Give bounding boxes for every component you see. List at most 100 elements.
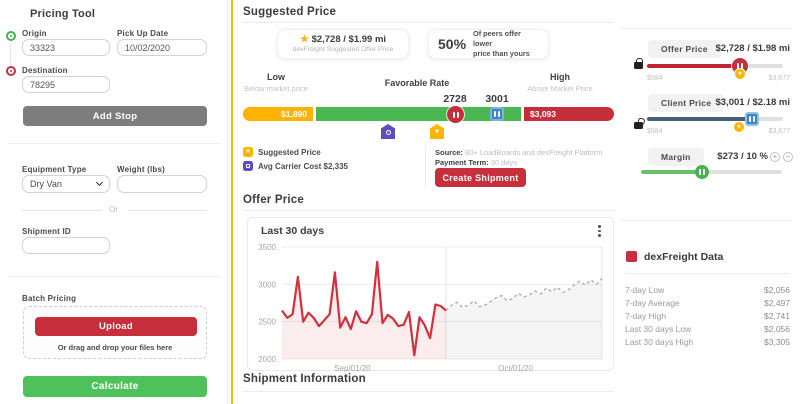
- offer-slider-max: $3,677: [769, 75, 790, 82]
- margin-slider-handle[interactable]: [695, 165, 709, 179]
- margin-increase-button[interactable]: +: [770, 152, 780, 162]
- star-icon: ★: [300, 34, 309, 45]
- data-row-label: 7-day Average: [625, 298, 680, 308]
- panel-accent-divider: [231, 0, 233, 404]
- margin-slider-fill: [641, 170, 702, 174]
- svg-text:2000: 2000: [258, 355, 276, 364]
- divider: [243, 210, 614, 211]
- chart-title: Last 30 days: [261, 225, 324, 237]
- suggested-price-caption: dexFreight Suggested Offer Price: [278, 46, 408, 53]
- payment-term-value: 30 days: [491, 158, 517, 167]
- add-stop-button[interactable]: Add Stop: [23, 106, 207, 126]
- divider: [22, 210, 102, 211]
- destination-input[interactable]: [22, 76, 110, 93]
- offer-price-chart-card: Last 30 days 2000250030003500Sep/01/20Oc…: [247, 217, 614, 371]
- divider: [243, 391, 614, 392]
- chart-menu-icon[interactable]: [598, 225, 601, 239]
- data-row-value: $2,056: [764, 285, 790, 295]
- margin-decrease-button[interactable]: −: [783, 152, 793, 162]
- client-price-chip: Client Price: [648, 94, 724, 112]
- create-shipment-button[interactable]: Create Shipment: [435, 168, 526, 187]
- rate-bar-low-segment: $1,890: [243, 107, 313, 121]
- chevron-down-icon: [96, 179, 103, 186]
- data-row-value: $2,741: [764, 311, 790, 321]
- data-row-value: $2,497: [764, 298, 790, 308]
- client-price-value: $3,001 / $2.18 mi: [716, 97, 790, 108]
- svg-text:3000: 3000: [258, 280, 276, 289]
- destination-label: Destination: [22, 66, 68, 75]
- pickup-date-label: Pick Up Date: [117, 29, 168, 38]
- data-row-value: $3,305: [764, 337, 790, 347]
- rate-bar-high-segment: $3,093: [524, 107, 614, 121]
- offer-marker-value: 2728: [435, 93, 475, 105]
- shipment-information-heading: Shipment Information: [243, 373, 366, 385]
- suggested-price-heading: Suggested Price: [243, 6, 336, 18]
- suggested-price-pin-icon: ★: [430, 124, 444, 139]
- peers-text-line2: price than yours: [473, 49, 539, 59]
- shipment-id-label: Shipment ID: [22, 227, 71, 236]
- offer-price-value: $2,728 / $1.98 mi: [716, 43, 790, 54]
- offer-slider-min: $584: [647, 75, 663, 82]
- weight-input[interactable]: [117, 175, 207, 193]
- suggested-price-legend-icon: ★: [243, 147, 253, 157]
- main-content: Suggested Price ★ $2,728 / $1.99 mi dexF…: [243, 0, 614, 404]
- data-row-value: $2,056: [764, 324, 790, 334]
- price-controls-panel: Offer Price $2,728 / $1.98 mi ★ $584 $3,…: [622, 0, 800, 404]
- dexfreight-data-title: dexFreight Data: [644, 251, 723, 263]
- avg-carrier-cost-pin-icon: [381, 124, 395, 139]
- upload-button[interactable]: Upload: [35, 317, 197, 336]
- peers-card: 50% Of peers offer lower price than your…: [428, 29, 549, 59]
- source-label: Source:: [435, 148, 463, 157]
- route-connector: [10, 44, 11, 65]
- client-marker-value: 3001: [477, 93, 517, 105]
- equipment-type-select[interactable]: Dry Van: [22, 175, 110, 193]
- range-low-label: Low: [243, 72, 309, 82]
- client-price-slider-handle[interactable]: [745, 112, 759, 126]
- client-slider-min: $584: [647, 128, 663, 135]
- offer-price-slider-fill: [647, 64, 740, 68]
- divider: [8, 276, 220, 277]
- peers-percent: 50%: [438, 36, 466, 52]
- data-row-label: 7-day Low: [625, 285, 664, 295]
- destination-icon: [6, 66, 16, 76]
- offer-price-chip: Offer Price: [648, 40, 721, 58]
- legend-suggested-price: Suggested Price: [258, 148, 321, 157]
- pickup-date-input[interactable]: [117, 39, 207, 56]
- weight-label: Weight (lbs): [117, 165, 165, 174]
- offer-price-chart: 2000250030003500Sep/01/20Oct/01/20: [248, 238, 615, 372]
- equipment-type-value: Dry Van: [30, 179, 62, 189]
- divider: [243, 22, 614, 23]
- divider: [625, 273, 790, 274]
- suggested-marker-icon: ★: [733, 121, 745, 133]
- shipment-id-input[interactable]: [22, 237, 110, 254]
- calculate-button[interactable]: Calculate: [23, 376, 207, 397]
- payment-term-label: Payment Term:: [435, 158, 489, 167]
- dexfreight-data-icon: [626, 251, 637, 262]
- client-slider-max: $3,677: [769, 128, 790, 135]
- svg-text:Oct/01/20: Oct/01/20: [498, 364, 533, 372]
- lock-closed-icon[interactable]: [634, 62, 643, 69]
- range-high-label: High: [530, 72, 590, 82]
- suggested-marker-icon: ★: [734, 68, 746, 80]
- range-mid-label: Favorable Rate: [372, 78, 462, 88]
- suggested-price-value: $2,728 / $1.99 mi: [312, 34, 386, 45]
- rate-bar-high-value: $3,093: [530, 109, 556, 119]
- range-high-caption: Above Market Price: [520, 84, 600, 93]
- origin-icon: [6, 31, 16, 41]
- client-price-bar-marker[interactable]: [490, 107, 504, 121]
- divider: [425, 146, 426, 188]
- offer-price-heading: Offer Price: [243, 194, 304, 206]
- divider: [622, 28, 792, 29]
- svg-text:2500: 2500: [258, 318, 276, 327]
- divider: [128, 210, 207, 211]
- origin-input[interactable]: [22, 39, 110, 56]
- origin-label: Origin: [22, 29, 47, 38]
- pricing-tool-panel: Pricing Tool Origin Pick Up Date Destina…: [0, 0, 228, 404]
- source-value: 80+ LoadBoards and dexFreight Platform: [465, 148, 602, 157]
- data-row-label: Last 30 days Low: [625, 324, 691, 334]
- avg-carrier-legend-icon: [243, 161, 253, 171]
- upload-dropzone[interactable]: Upload Or drag and drop your files here: [23, 306, 207, 359]
- lock-open-icon[interactable]: [634, 122, 643, 129]
- batch-pricing-label: Batch Pricing: [22, 294, 76, 303]
- offer-price-bar-marker[interactable]: [447, 106, 464, 123]
